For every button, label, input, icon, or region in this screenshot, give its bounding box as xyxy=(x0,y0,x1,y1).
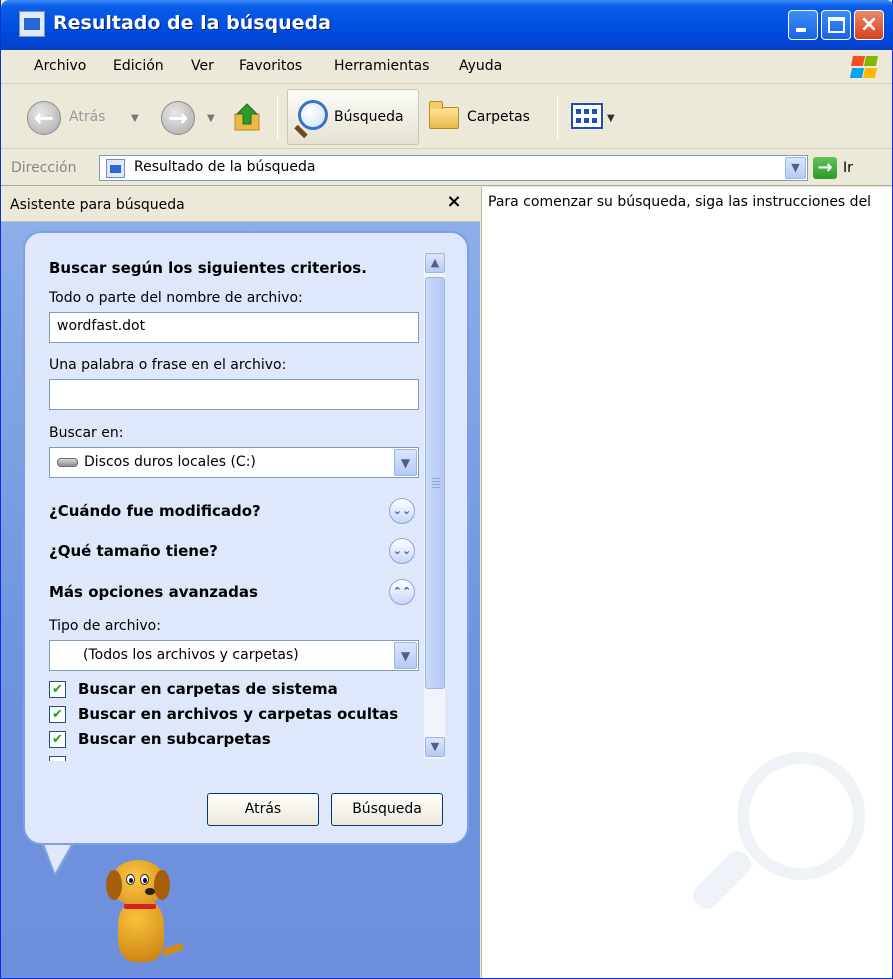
file-type-value: (Todos los archivos y carpetas) xyxy=(83,647,299,663)
toolbar: Atrás ▼ ▼ Búsqueda Carpetas ▼ xyxy=(1,85,892,149)
look-in-value: Discos duros locales (C:) xyxy=(84,454,256,470)
scroll-thumb[interactable] xyxy=(425,277,445,689)
phrase-input[interactable] xyxy=(49,379,419,410)
expand-size-icon[interactable]: ⌄⌄ xyxy=(389,538,415,564)
menu-favoritos[interactable]: Favoritos xyxy=(239,58,302,74)
filename-input[interactable]: wordfast.dot xyxy=(49,312,419,343)
menu-bar: Archivo Edición Ver Favoritos Herramient… xyxy=(1,50,892,84)
magnifier-watermark-handle xyxy=(688,846,756,914)
search-dog-assistant[interactable] xyxy=(96,860,186,972)
folders-icon[interactable] xyxy=(429,101,459,129)
search-icon xyxy=(298,100,328,130)
criteria-scrollbar[interactable]: ▲ ▼ xyxy=(423,253,445,759)
look-in-select[interactable]: Discos duros locales (C:) ▼ xyxy=(49,447,419,478)
checkbox-checked-icon[interactable]: ✔ xyxy=(49,731,66,748)
pane-title: Asistente para búsqueda xyxy=(10,197,185,213)
pane-close-icon[interactable]: × xyxy=(443,191,465,215)
dog-collar xyxy=(124,904,156,909)
menu-ver[interactable]: Ver xyxy=(191,58,214,74)
collapse-more-options-icon[interactable]: ⌃⌃ xyxy=(389,579,415,605)
search-window-icon xyxy=(19,11,45,37)
forward-dropdown-icon[interactable]: ▼ xyxy=(207,113,215,124)
pane-header: Asistente para búsqueda × xyxy=(1,187,480,222)
file-type-label: Tipo de archivo: xyxy=(49,618,161,634)
more-options-heading[interactable]: Más opciones avanzadas xyxy=(49,583,258,601)
address-value: Resultado de la búsqueda xyxy=(134,159,316,175)
views-icon[interactable] xyxy=(571,103,603,129)
close-button[interactable]: × xyxy=(854,10,884,40)
hard-drive-icon xyxy=(57,458,78,467)
expand-when-modified-icon[interactable]: ⌄⌄ xyxy=(389,498,415,524)
address-bar: Dirección Resultado de la búsqueda ▼ → I… xyxy=(1,150,892,186)
search-button-label: Búsqueda xyxy=(334,109,404,125)
scroll-down-icon[interactable]: ▼ xyxy=(425,737,445,757)
back-button[interactable]: Atrás xyxy=(207,793,319,826)
views-dropdown-icon[interactable]: ▼ xyxy=(607,113,615,124)
filename-label: Todo o parte del nombre de archivo: xyxy=(49,290,303,306)
scroll-up-icon[interactable]: ▲ xyxy=(425,253,445,273)
search-toolbar-button[interactable]: Búsqueda xyxy=(287,89,419,145)
menu-archivo[interactable]: Archivo xyxy=(34,58,86,74)
toolbar-separator xyxy=(557,95,558,139)
title-bar[interactable]: Resultado de la búsqueda × xyxy=(1,0,893,50)
search-results-icon xyxy=(106,159,125,178)
go-arrow-icon[interactable]: → xyxy=(813,157,837,179)
what-size-heading[interactable]: ¿Qué tamaño tiene? xyxy=(49,542,218,560)
toolbar-separator xyxy=(277,95,278,139)
checkbox-checked-icon[interactable]: ✔ xyxy=(49,681,66,698)
forward-arrow-icon[interactable] xyxy=(161,101,195,135)
menu-herramientas[interactable]: Herramientas xyxy=(334,58,429,74)
search-companion-pane: Asistente para búsqueda × Buscar según l… xyxy=(1,187,480,978)
magnifier-watermark-icon xyxy=(737,752,865,880)
menu-edicion[interactable]: Edición xyxy=(113,58,164,74)
address-label: Dirección xyxy=(11,160,77,176)
go-button-label[interactable]: Ir xyxy=(843,160,853,176)
checkbox-checked-icon[interactable]: ✔ xyxy=(49,706,66,723)
maximize-icon xyxy=(828,17,845,33)
folders-button-label[interactable]: Carpetas xyxy=(467,109,530,125)
windows-logo-icon xyxy=(849,55,879,79)
checkbox-label: Buscar en archivos y carpetas ocultas xyxy=(78,705,399,723)
window-title: Resultado de la búsqueda xyxy=(53,12,331,34)
balloon-tail xyxy=(43,841,73,873)
menu-ayuda[interactable]: Ayuda xyxy=(459,58,502,74)
back-arrow-icon[interactable] xyxy=(27,101,61,135)
back-button-label[interactable]: Atrás xyxy=(69,109,105,125)
when-modified-heading[interactable]: ¿Cuándo fue modificado? xyxy=(49,502,261,520)
criteria-scroll-area: Buscar según los siguientes criterios. T… xyxy=(25,233,471,761)
file-type-dropdown-icon[interactable]: ▼ xyxy=(394,642,417,669)
address-dropdown-icon[interactable]: ▼ xyxy=(785,157,806,179)
checkbox-icon[interactable] xyxy=(49,756,66,761)
up-folder-icon[interactable] xyxy=(233,102,263,132)
back-dropdown-icon[interactable]: ▼ xyxy=(131,113,139,124)
minimize-button[interactable] xyxy=(788,10,818,40)
explorer-window: Resultado de la búsqueda × Archivo Edici… xyxy=(0,0,893,979)
close-icon: × xyxy=(859,12,879,37)
minimize-icon xyxy=(796,28,806,32)
address-input[interactable]: Resultado de la búsqueda ▼ xyxy=(99,155,808,181)
phrase-label: Una palabra o frase en el archivo: xyxy=(49,357,287,373)
results-instructions: Para comenzar su búsqueda, siga las inst… xyxy=(488,194,872,210)
look-in-dropdown-icon[interactable]: ▼ xyxy=(394,449,417,476)
checkbox-label: Buscar en carpetas de sistema xyxy=(78,680,338,698)
maximize-button[interactable] xyxy=(821,10,851,40)
look-in-label: Buscar en: xyxy=(49,425,124,441)
results-pane[interactable]: Para comenzar su búsqueda, siga las inst… xyxy=(481,187,892,978)
criteria-title: Buscar según los siguientes criterios. xyxy=(49,259,367,277)
checkbox-label: Buscar en subcarpetas xyxy=(78,730,271,748)
file-type-select[interactable]: (Todos los archivos y carpetas) ▼ xyxy=(49,640,419,671)
search-button[interactable]: Búsqueda xyxy=(331,793,443,826)
search-balloon: Buscar según los siguientes criterios. T… xyxy=(23,231,469,845)
